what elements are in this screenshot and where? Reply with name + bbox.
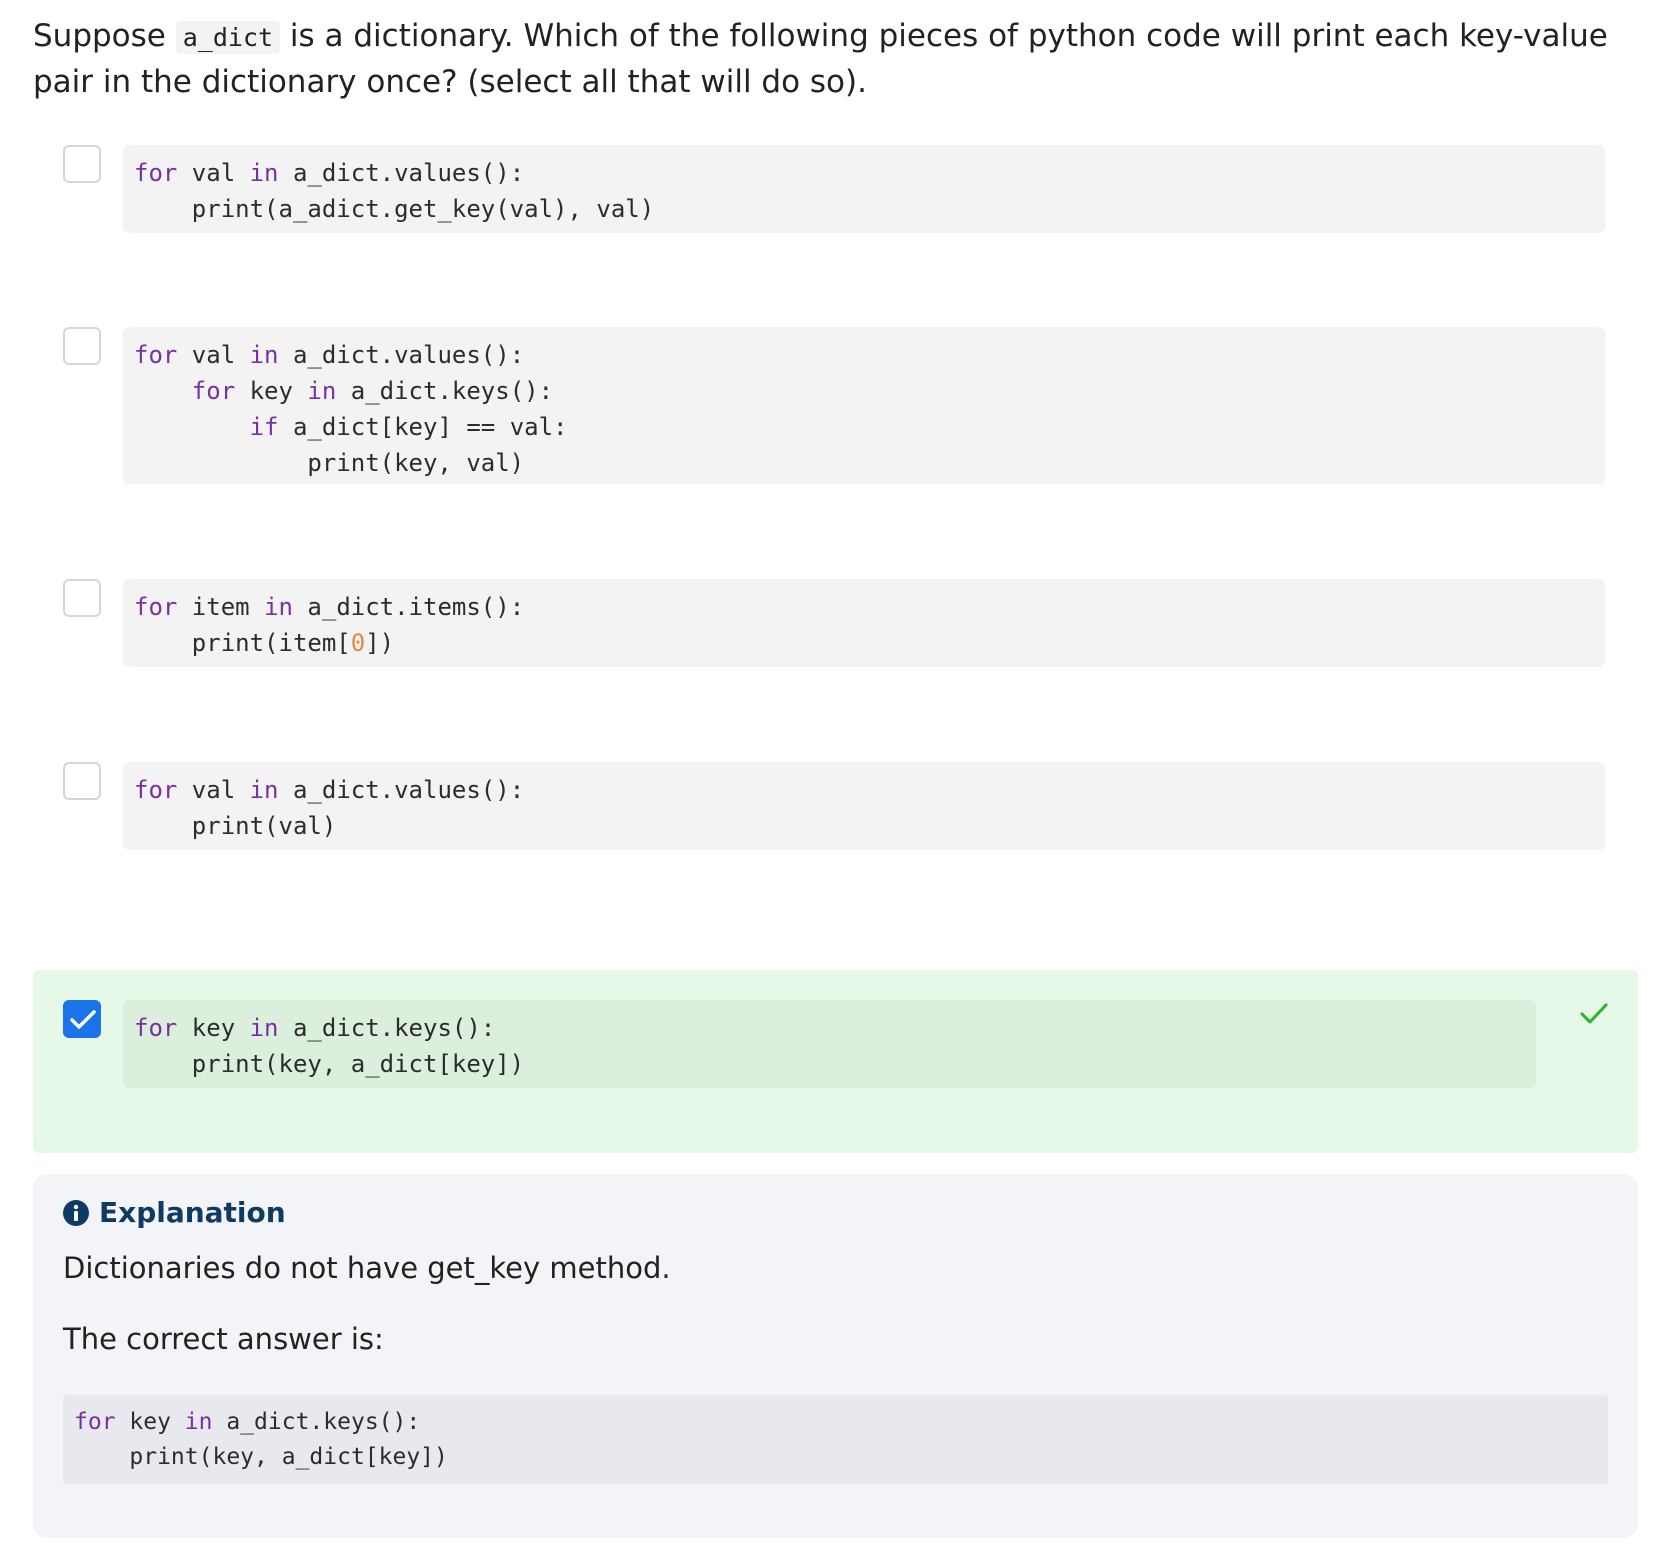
option-1-checkbox[interactable]	[63, 145, 101, 183]
explanation-panel: Explanation Dictionaries do not have get…	[33, 1174, 1638, 1538]
option-2-checkbox[interactable]	[63, 327, 101, 365]
option-3-checkbox[interactable]	[63, 579, 101, 617]
correct-answer-intro: The correct answer is:	[63, 1322, 384, 1356]
question-prefix: Suppose	[33, 18, 176, 54]
correct-check-icon	[1580, 1003, 1608, 1024]
explanation-header: Explanation	[63, 1196, 286, 1229]
option-3-code: for item in a_dict.items(): print(item[0…	[123, 579, 1605, 667]
info-icon	[63, 1199, 89, 1226]
question-text: Suppose a_dict is a dictionary. Which of…	[33, 14, 1633, 105]
option-4-code: for val in a_dict.values(): print(val)	[123, 762, 1605, 850]
explanation-title: Explanation	[99, 1196, 286, 1229]
correct-answer-code: for key in a_dict.keys(): print(key, a_d…	[63, 1395, 1608, 1484]
option-4-checkbox[interactable]	[63, 762, 101, 800]
option-2-code: for val in a_dict.values(): for key in a…	[123, 327, 1605, 484]
question-inline-code: a_dict	[175, 21, 281, 54]
option-1-code: for val in a_dict.values(): print(a_adic…	[123, 145, 1605, 233]
checkmark-icon	[70, 1010, 96, 1029]
option-5-checkbox[interactable]	[63, 1000, 101, 1038]
option-5-code: for key in a_dict.keys(): print(key, a_d…	[123, 1000, 1536, 1088]
explanation-text: Dictionaries do not have get_key method.	[63, 1251, 671, 1285]
answer-option-5[interactable]: for key in a_dict.keys(): print(key, a_d…	[33, 970, 1638, 1153]
